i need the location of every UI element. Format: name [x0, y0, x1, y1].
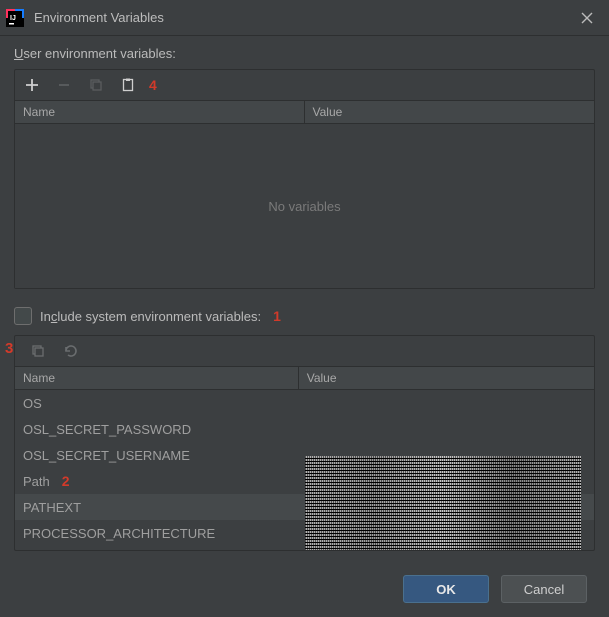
annotation-4: 4: [149, 77, 157, 93]
user-vars-label-text: ser environment variables:: [23, 46, 175, 61]
sys-table-header: Name Value: [15, 366, 594, 390]
cancel-button[interactable]: Cancel: [501, 575, 587, 603]
user-table-body: No variables: [15, 124, 594, 288]
row-name: PROCESSOR_ARCHITECTURE: [15, 520, 299, 546]
row-value: [299, 390, 594, 416]
user-vars-label: User environment variables:: [14, 46, 595, 61]
no-variables-text: No variables: [268, 199, 340, 214]
user-table-header: Name Value: [15, 100, 594, 124]
row-name: OS: [15, 390, 299, 416]
titlebar: IJ Environment Variables: [0, 0, 609, 36]
include-label-pre: In: [40, 309, 51, 324]
copy-icon: [27, 340, 49, 362]
paste-icon[interactable]: [117, 74, 139, 96]
close-icon[interactable]: [573, 4, 601, 32]
include-sysvars-row: Include system environment variables: 1: [14, 307, 595, 325]
sys-col-name[interactable]: Name: [15, 367, 299, 389]
row-value: [299, 416, 594, 442]
include-sysvars-checkbox[interactable]: [14, 307, 32, 325]
intellij-icon: IJ: [6, 9, 24, 27]
dialog-title: Environment Variables: [34, 10, 573, 25]
redacted-value-overlay: [305, 456, 581, 550]
sys-vars-panel: 3 Name Value OS OSL_SECRET_PASSWORD OSL_: [14, 335, 595, 551]
row-name: Path 2: [15, 468, 299, 494]
row-name: OSL_SECRET_PASSWORD: [15, 416, 299, 442]
revert-icon: [59, 340, 81, 362]
sys-vars-toolbar: [15, 336, 594, 366]
add-icon[interactable]: [21, 74, 43, 96]
user-vars-toolbar: 4: [15, 70, 594, 100]
dialog-footer: OK Cancel: [14, 561, 595, 617]
row-name: OSL_SECRET_USERNAME: [15, 442, 299, 468]
annotation-3: 3: [5, 340, 13, 357]
user-col-value[interactable]: Value: [305, 101, 595, 123]
sys-table-body: OS OSL_SECRET_PASSWORD OSL_SECRET_USERNA…: [15, 390, 594, 550]
user-vars-panel: 4 Name Value No variables: [14, 69, 595, 289]
user-col-name[interactable]: Name: [15, 101, 305, 123]
remove-icon: [53, 74, 75, 96]
row-name-text: Path: [23, 474, 50, 489]
user-vars-mnemonic: U: [14, 46, 23, 61]
svg-text:IJ: IJ: [10, 15, 16, 22]
copy-icon: [85, 74, 107, 96]
sys-col-value[interactable]: Value: [299, 367, 594, 389]
row-name: PATHEXT: [15, 494, 299, 520]
table-row[interactable]: OSL_SECRET_PASSWORD: [15, 416, 594, 442]
ok-button[interactable]: OK: [403, 575, 489, 603]
include-label-post: lude system environment variables:: [57, 309, 261, 324]
annotation-2: 2: [62, 473, 70, 489]
table-row[interactable]: OS: [15, 390, 594, 416]
annotation-1: 1: [273, 308, 281, 324]
include-sysvars-label[interactable]: Include system environment variables:: [40, 309, 261, 324]
